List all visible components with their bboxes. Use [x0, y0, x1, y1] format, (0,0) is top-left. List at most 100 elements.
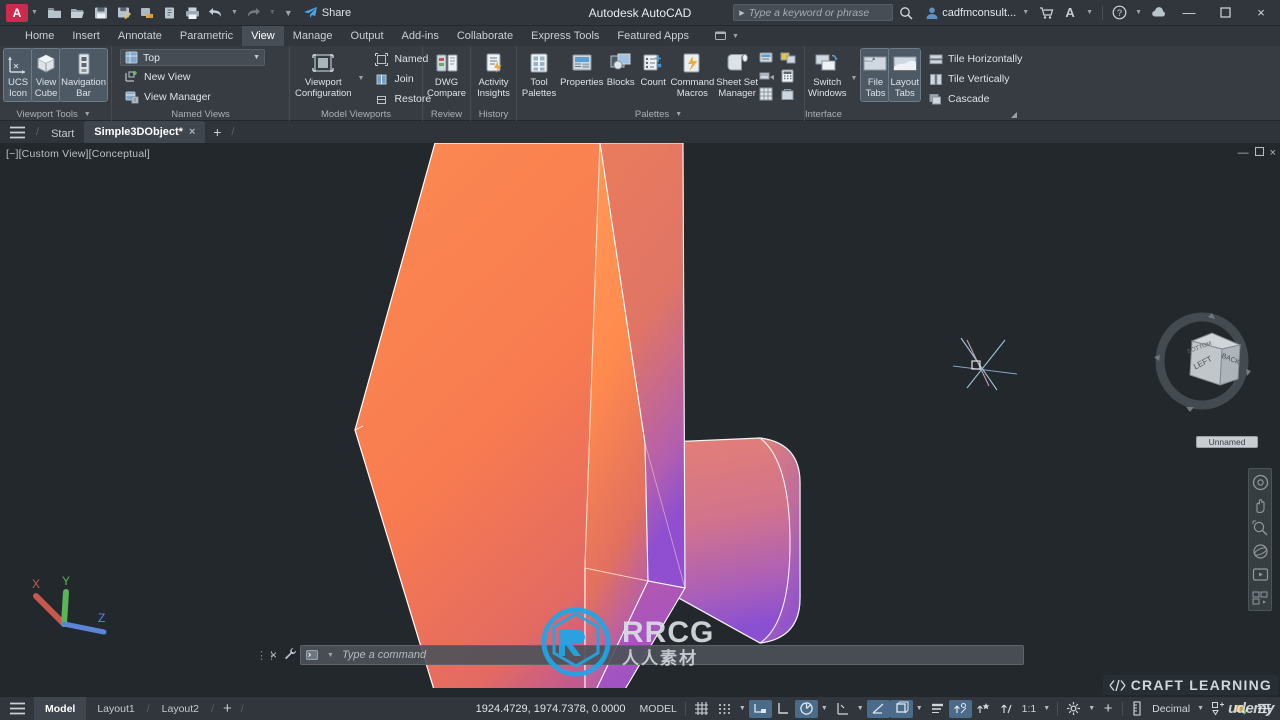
lineweight-toggle[interactable] — [926, 700, 949, 718]
navigation-bar-button[interactable]: Navigation Bar — [59, 48, 108, 102]
redo-icon[interactable] — [243, 3, 265, 23]
undo-icon[interactable] — [205, 3, 227, 23]
workspace-switching-icon[interactable] — [1062, 700, 1085, 718]
model-space-button[interactable]: MODEL — [636, 700, 681, 718]
new-drawing-icon[interactable] — [44, 3, 66, 23]
switch-windows-chevron-icon[interactable]: ▼ — [851, 75, 858, 82]
dwg-compare-button[interactable]: DWG Compare — [426, 49, 467, 101]
minimize-button[interactable]: — — [1172, 0, 1206, 26]
annotation-visibility-toggle[interactable] — [995, 700, 1018, 718]
save-icon[interactable] — [90, 3, 112, 23]
3d-osnap-chevron-icon[interactable]: ▼ — [913, 705, 926, 712]
navigation-bar[interactable] — [1248, 468, 1272, 611]
search-input[interactable]: ▶ Type a keyword or phrase — [733, 4, 894, 21]
new-view-button[interactable]: New View — [120, 68, 195, 86]
nav-more-icon[interactable] — [1250, 587, 1270, 607]
share-button[interactable]: Share — [303, 6, 351, 19]
steering-wheel-icon[interactable] — [1250, 472, 1270, 492]
ucs-icon-button[interactable]: UCS Icon — [2, 48, 34, 102]
account-chevron-icon[interactable]: ▼ — [1086, 9, 1093, 16]
grid-display-toggle[interactable] — [690, 700, 713, 718]
panel-title-viewport-tools[interactable]: Viewport Tools ▼ — [0, 107, 111, 121]
transparency-toggle[interactable] — [948, 699, 972, 718]
ribbon-options-chevron-icon[interactable]: ▼ — [732, 33, 739, 40]
polar-tracking-toggle[interactable] — [794, 699, 818, 718]
annotation-scale-button[interactable]: 1:1 — [1018, 700, 1041, 718]
tile-horizontally-button[interactable]: Tile Horizontally — [924, 50, 1026, 68]
customization-plus-icon[interactable]: + — [1098, 700, 1118, 718]
count-button[interactable]: Count — [637, 49, 670, 90]
ortho-mode-toggle[interactable] — [772, 700, 795, 718]
switch-windows-button[interactable]: Switch Windows — [807, 49, 848, 101]
viewport-config-chevron-icon[interactable]: ▼ — [358, 75, 365, 82]
tab-manage[interactable]: Manage — [284, 26, 342, 46]
print-icon[interactable] — [182, 3, 204, 23]
blocks-button[interactable]: Blocks — [604, 49, 637, 90]
tab-parametric[interactable]: Parametric — [171, 26, 242, 46]
tab-view[interactable]: View — [242, 26, 284, 46]
dbconnect-icon[interactable] — [759, 69, 779, 86]
tab-annotate[interactable]: Annotate — [109, 26, 171, 46]
autodesk-logo-icon[interactable]: A — [6, 3, 28, 22]
view-manager-button[interactable]: View Manager — [120, 88, 215, 106]
user-menu-chevron-icon[interactable]: ▼ — [1022, 9, 1029, 16]
viewport-configuration-button[interactable]: Viewport Configuration — [294, 49, 353, 101]
view-cube[interactable]: LEFT BACK BOTTOM — [1150, 311, 1260, 421]
help-chevron-icon[interactable]: ▼ — [1135, 9, 1142, 16]
user-account-button[interactable]: cadfmconsult... ▼ — [925, 6, 1033, 20]
ribbon-app-button[interactable] — [4, 26, 16, 46]
units-ruler-icon[interactable] — [1127, 700, 1148, 718]
cascade-button[interactable]: Cascade — [924, 90, 1026, 108]
file-tab-start[interactable]: Start — [41, 125, 84, 143]
3d-object-snap-toggle[interactable] — [889, 699, 913, 718]
sheet-set-manager-button[interactable]: Sheet Set Manager — [715, 49, 759, 101]
grip-marker[interactable] — [945, 328, 1025, 398]
new-layout-button[interactable]: + — [215, 697, 240, 720]
qat-customize-icon[interactable]: ▼ — [284, 8, 293, 18]
file-tab-simple3dobject[interactable]: Simple3DObject* × — [84, 121, 206, 143]
tile-vertically-button[interactable]: Tile Vertically — [924, 70, 1026, 88]
ribbon-display-options[interactable]: ▼ — [706, 26, 752, 46]
coordinates-display[interactable]: 1924.4729, 1974.7378, 0.0000 — [466, 703, 636, 715]
markup-set-manager-icon[interactable] — [780, 51, 800, 68]
pan-icon[interactable] — [1250, 495, 1270, 515]
export-icon[interactable] — [136, 3, 158, 23]
interface-panel-expander-icon[interactable]: ◢ — [1011, 110, 1020, 119]
help-icon[interactable]: ? — [1108, 3, 1130, 23]
search-icon[interactable] — [895, 3, 917, 23]
tab-collaborate[interactable]: Collaborate — [448, 26, 522, 46]
data-extraction-icon[interactable] — [759, 87, 779, 104]
tool-palettes-button[interactable]: Tool Palettes — [519, 49, 559, 101]
open-drawing-icon[interactable] — [67, 3, 89, 23]
layout-tabs-button[interactable]: Layout Tabs — [888, 48, 922, 102]
tab-express-tools[interactable]: Express Tools — [522, 26, 608, 46]
palettes-chevron-icon[interactable]: ▼ — [675, 111, 682, 118]
save-as-icon[interactable] — [113, 3, 135, 23]
plot-preview-icon[interactable] — [159, 3, 181, 23]
polar-tracking-chevron-icon[interactable]: ▼ — [818, 705, 831, 712]
file-tabs-button[interactable]: File Tabs — [860, 48, 891, 102]
tab-add-ins[interactable]: Add-ins — [393, 26, 448, 46]
workspace-chevron-icon[interactable]: ▼ — [1085, 705, 1098, 712]
orbit-icon[interactable] — [1250, 541, 1270, 561]
current-view-combo[interactable]: Top ▼ — [120, 49, 265, 66]
design-center-icon[interactable] — [780, 87, 800, 104]
external-references-icon[interactable] — [759, 51, 779, 68]
command-line-grip[interactable]: ⋮⋮ — [256, 649, 277, 662]
viewcube-name-label[interactable]: Unnamed — [1196, 436, 1258, 448]
osnap-tracking-chevron-icon[interactable]: ▼ — [854, 705, 867, 712]
close-button[interactable]: × — [1244, 0, 1278, 26]
object-snap-tracking-toggle[interactable] — [831, 700, 854, 718]
view-cube-button[interactable]: View Cube — [31, 48, 62, 102]
autodesk-account-icon[interactable]: A — [1059, 3, 1081, 23]
units-chevron-icon[interactable]: ▼ — [1194, 705, 1207, 712]
current-view-chevron-icon[interactable]: ▼ — [253, 54, 260, 61]
annotation-scale-chevron-icon[interactable]: ▼ — [1040, 705, 1053, 712]
wrench-icon[interactable] — [283, 647, 297, 663]
tab-output[interactable]: Output — [342, 26, 393, 46]
layout-tab-model[interactable]: Model — [34, 696, 87, 720]
undo-dropdown-icon[interactable]: ▼ — [231, 9, 238, 16]
panel-title-palettes[interactable]: Palettes ▼ — [517, 107, 804, 121]
viewport-tools-chevron-icon[interactable]: ▼ — [84, 111, 91, 118]
drawing-area[interactable]: [−][Custom View][Conceptual] — × LEFT BA… — [0, 143, 1280, 696]
